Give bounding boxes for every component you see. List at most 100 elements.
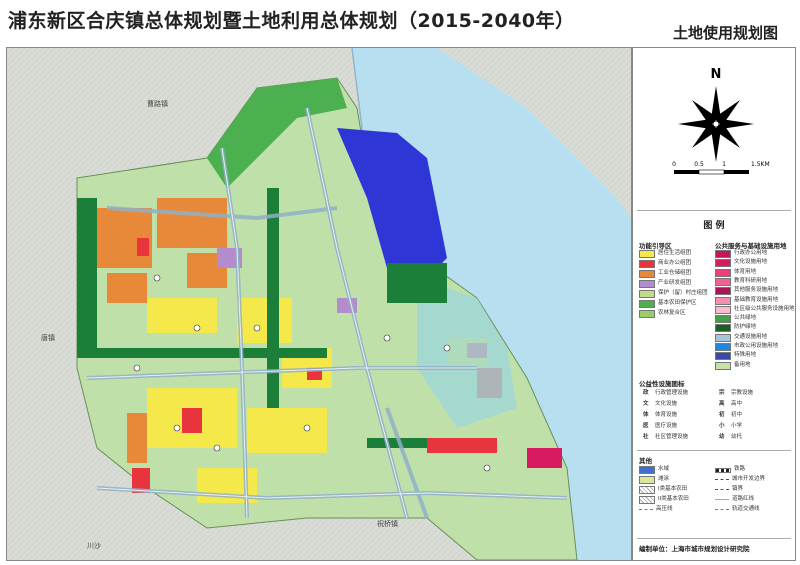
legend-swatch [715, 250, 731, 258]
legend-label: 小学 [731, 423, 743, 429]
legend-item: 特殊用地 [715, 352, 756, 361]
legend-label: 水域 [658, 466, 670, 472]
legend-swatch [715, 343, 731, 351]
legend-swatch [639, 290, 655, 298]
north-arrow-icon: N [678, 67, 754, 162]
map-label-caolu: 曹路镇 [147, 99, 168, 108]
legend-swatch [639, 496, 655, 504]
facility-symbol-icon: 初 [719, 412, 725, 418]
facility-symbol-icon: 高 [719, 401, 725, 407]
legend-swatch [715, 277, 731, 286]
legend-label: 公共绿地 [734, 315, 757, 322]
functional-zones-title: 功能引导区 [639, 242, 672, 250]
legend-label: 医疗设施 [655, 423, 678, 429]
legend-item: 商业办公组团 [639, 260, 691, 268]
legend-label: 文化设施 [655, 401, 678, 407]
legend-label: 工业仓储组团 [658, 270, 692, 276]
legend-item: 备用地 [715, 361, 751, 370]
legend-item: 城市开发边界 [715, 476, 765, 483]
header: 浦东新区合庆镇总体规划暨土地利用总体规划（2015-2040年） 土地使用规划图 [0, 0, 800, 44]
legend-item: 医医疗设施 [643, 423, 677, 430]
legend-label: 高中 [731, 401, 743, 407]
legend-item: 农林复合区 [639, 310, 686, 318]
legend-swatch [639, 486, 655, 494]
legend-swatch [715, 509, 729, 510]
legend-item: 防护绿地 [715, 324, 757, 333]
facility-symbol-icon: 小 [719, 423, 725, 429]
svg-text:N: N [711, 67, 722, 82]
facility-symbol-icon: 体 [643, 412, 649, 418]
legend-swatch [715, 315, 731, 324]
map-subtitle: 土地使用规划图 [672, 24, 778, 42]
legend-item: 宗宗教设施 [719, 390, 753, 397]
legend-swatch [715, 489, 729, 490]
facility-symbol-icon: 文 [643, 401, 649, 407]
legend-swatch [639, 476, 655, 484]
legend-item: 市政公用设施用地 [715, 343, 778, 351]
legend-swatch [639, 260, 655, 268]
map-canvas: 曹路镇 唐镇 祝桥镇 川沙 [7, 48, 631, 560]
svg-text:1: 1 [722, 161, 726, 168]
legend-swatch [639, 310, 655, 318]
legend-item: 文化设施用地 [715, 259, 767, 268]
legend-item: 基础教育设施用地 [715, 296, 778, 305]
land-use-map[interactable]: 曹路镇 唐镇 祝桥镇 川沙 [6, 47, 632, 561]
legend-item: 小小学 [719, 423, 742, 430]
legend-item: 水域 [639, 466, 670, 474]
svg-text:1.5KM: 1.5KM [751, 161, 770, 168]
facility-symbol-icon: 社 [643, 434, 649, 440]
page-title: 浦东新区合庆镇总体规划暨土地利用总体规划（2015-2040年） [8, 10, 575, 32]
legend-swatch [639, 270, 655, 278]
legend-item: 镇界 [715, 486, 743, 493]
legend-label: 产业研发组团 [658, 280, 692, 286]
legend-label: 防护绿地 [734, 324, 757, 331]
credit-line: 编制单位：上海市城市规划设计研究院 [639, 545, 750, 553]
public-service-title: 公共服务与基础设施用地 [715, 242, 787, 250]
legend-item: 居住生活组团 [639, 250, 692, 258]
legend-item: 滩涂 [639, 476, 670, 484]
legend-swatch [715, 324, 731, 333]
facility-symbol-icon: 医 [643, 423, 649, 429]
legend-label: 保护（留）村庄组团 [658, 290, 708, 296]
legend-item: 轨道交通线 [715, 506, 760, 513]
legend-label: 宗教设施 [731, 390, 754, 396]
legend-item: 社区级公共服务设施用地 [715, 305, 795, 314]
legend-item: 高压线 [639, 506, 673, 513]
legend-item: 高高中 [719, 401, 742, 408]
legend-label: 镇界 [732, 486, 744, 492]
map-label-tangzhen: 唐镇 [41, 333, 55, 342]
legend-swatch [715, 479, 729, 480]
legend-label: 滩涂 [658, 476, 670, 482]
legend-panel: N 0 0.5 1 1.5KM 图 例 功能引导区 公共服务与基础设施用地 公益… [632, 47, 796, 561]
legend-label: 行政管理设施 [655, 390, 689, 396]
legend-item: 政行政管理设施 [643, 390, 688, 397]
legend-label: 教育科研用地 [734, 277, 768, 284]
legend-swatch [715, 259, 731, 268]
legend-swatch [639, 466, 655, 474]
legend-label: 铁路 [734, 466, 746, 472]
legend-divider [637, 538, 791, 539]
legend-swatch [715, 333, 731, 342]
svg-text:0.5: 0.5 [694, 161, 704, 168]
legend-item: 工业仓储组团 [639, 270, 692, 278]
legend-item: 基本农田保护区 [639, 300, 697, 308]
legend-item: 文文化设施 [643, 401, 677, 408]
legend-item: 行政办公用地 [715, 250, 767, 258]
legend-item: 公共绿地 [715, 315, 757, 324]
legend-label: 备用地 [734, 361, 751, 368]
facility-symbol-icon: 宗 [719, 390, 725, 396]
legend-label: 居住生活组团 [658, 250, 692, 256]
legend-swatch [715, 268, 731, 277]
legend-item: I类基本农田 [639, 486, 687, 494]
legend-label: 轨道交通线 [732, 506, 760, 512]
legend-item: 交通设施用地 [715, 333, 767, 342]
svg-text:0: 0 [672, 161, 676, 168]
legend-swatch [715, 305, 731, 314]
legend-item: 产业研发组团 [639, 280, 692, 288]
legend-label: 基本农田保护区 [658, 300, 697, 306]
legend-swatch [639, 300, 655, 308]
other-title: 其他 [639, 457, 652, 465]
legend-label: 城市开发边界 [732, 476, 766, 482]
scale-bar: 0 0.5 1 1.5KM [672, 161, 770, 175]
legend-swatch [715, 468, 731, 473]
